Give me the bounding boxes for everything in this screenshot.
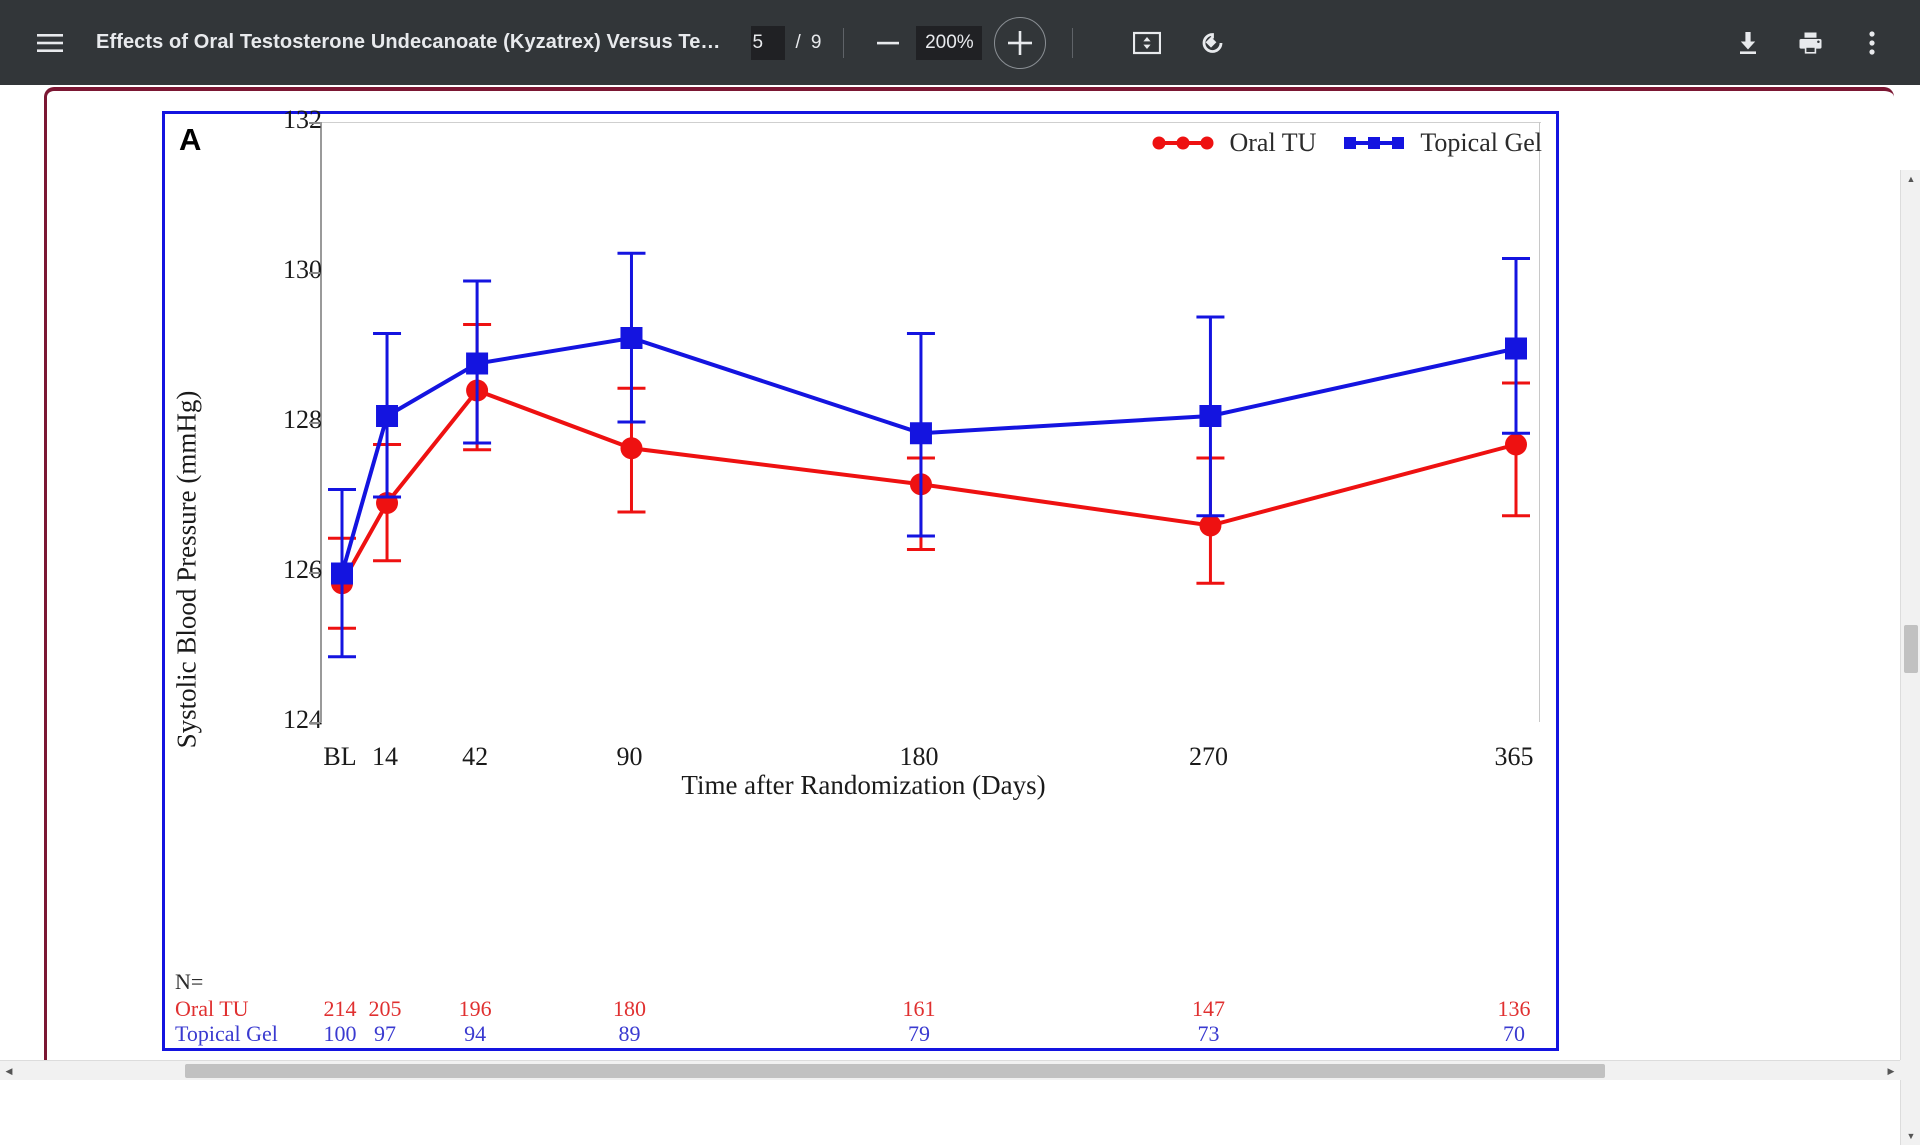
n-table-cell: 70 bbox=[1503, 1021, 1525, 1046]
toolbar-divider-2 bbox=[1072, 27, 1074, 58]
y-axis-tick-label: 128 bbox=[283, 405, 322, 434]
fit-to-page-icon[interactable] bbox=[1121, 17, 1173, 69]
vertical-scrollbar-thumb[interactable] bbox=[1904, 625, 1918, 673]
series-topical-gel bbox=[328, 251, 1530, 659]
legend-entry-topical-gel: Topical Gel bbox=[1342, 128, 1542, 158]
n-row-label-oral-tu: Oral TU bbox=[175, 996, 249, 1021]
n-table-cell: 214 bbox=[323, 996, 357, 1021]
n-row-label-topical-gel: Topical Gel bbox=[175, 1021, 278, 1046]
download-icon[interactable] bbox=[1722, 17, 1774, 69]
n-table-cell: 205 bbox=[368, 996, 402, 1021]
toolbar-right-actions bbox=[1712, 17, 1898, 69]
toolbar-divider-1 bbox=[843, 27, 845, 58]
x-axis-tick-label: BL bbox=[323, 742, 357, 771]
pdf-page: A Systolic Blood Pressure (mmHg) 124 126 1… bbox=[44, 87, 1894, 1063]
data-point-marker bbox=[1199, 405, 1222, 427]
data-point-marker bbox=[1505, 433, 1527, 456]
legend-label-topical-gel: Topical Gel bbox=[1420, 128, 1542, 157]
n-table-cell: 196 bbox=[458, 996, 492, 1021]
x-axis-tick-label: 14 bbox=[372, 742, 399, 771]
scroll-right-arrow-icon[interactable]: ▶ bbox=[1882, 1061, 1900, 1081]
y-axis-title: Systolic Blood Pressure (mmHg) bbox=[171, 390, 202, 749]
n-table-cell: 97 bbox=[374, 1021, 397, 1046]
n-table-cell: 147 bbox=[1191, 996, 1225, 1021]
n-table-cell: 136 bbox=[1497, 996, 1531, 1021]
figure-panel-a: A Systolic Blood Pressure (mmHg) 124 126 1… bbox=[162, 105, 1559, 1051]
data-point-marker bbox=[909, 422, 932, 445]
sample-size-table: N= Oral TU 214 205 196 180 161 147 136 Topical… bbox=[175, 969, 1555, 1046]
data-point-marker bbox=[1199, 514, 1222, 537]
y-axis-tick-mark bbox=[309, 272, 320, 274]
legend-entry-oral-tu: Oral TU bbox=[1151, 128, 1316, 158]
n-table-cell: 180 bbox=[612, 996, 646, 1021]
pdf-viewer-area[interactable]: A Systolic Blood Pressure (mmHg) 124 126 1… bbox=[0, 85, 1920, 1145]
x-axis-tick-label: 180 bbox=[899, 742, 939, 771]
document-title: Effects of Oral Testosterone Undecanoate… bbox=[96, 31, 721, 53]
more-vertical-icon[interactable] bbox=[1846, 17, 1898, 69]
page-separator: / bbox=[795, 31, 801, 53]
pdf-viewer-toolbar: Effects of Oral Testosterone Undecanoate… bbox=[0, 0, 1920, 85]
data-point-marker bbox=[1505, 337, 1527, 360]
y-axis-tick-mark bbox=[309, 572, 320, 574]
print-icon[interactable] bbox=[1784, 17, 1836, 69]
n-table-row-topical-gel: Topical Gel 100 97 94 89 79 73 70 bbox=[175, 1021, 1555, 1046]
chart-series-svg bbox=[328, 251, 1530, 659]
vertical-scrollbar[interactable]: ▲ ▼ bbox=[1900, 170, 1920, 1145]
legend-marker-square-icon bbox=[1344, 137, 1405, 149]
data-point-marker bbox=[466, 352, 489, 375]
x-axis-tick-label: 365 bbox=[1494, 742, 1534, 771]
n-table-cell: 73 bbox=[1197, 1021, 1220, 1046]
scroll-down-arrow-icon[interactable]: ▼ bbox=[1901, 1127, 1920, 1145]
y-axis-tick-mark bbox=[309, 422, 320, 424]
n-table-header: N= bbox=[175, 969, 204, 994]
hamburger-menu-icon[interactable] bbox=[24, 17, 76, 69]
y-axis-tick-mark bbox=[309, 122, 320, 124]
data-point-marker bbox=[620, 327, 643, 349]
y-axis-tick-label: 126 bbox=[283, 555, 322, 584]
page-navigator: / 9 bbox=[750, 25, 822, 60]
n-table-cell: 161 bbox=[902, 996, 936, 1021]
data-point-marker bbox=[331, 562, 353, 585]
series-oral-tu bbox=[328, 323, 1530, 630]
rotate-counterclockwise-icon[interactable] bbox=[1187, 17, 1239, 69]
y-axis-tick-label: 132 bbox=[283, 105, 322, 134]
horizontal-scrollbar[interactable]: ◀ ▶ bbox=[0, 1060, 1900, 1080]
x-axis-tick-label: 270 bbox=[1188, 742, 1228, 771]
x-axis-tick-label: 42 bbox=[462, 742, 489, 771]
page-number-input[interactable] bbox=[750, 25, 785, 60]
page-total: 9 bbox=[810, 31, 822, 53]
zoom-in-button[interactable] bbox=[994, 16, 1047, 69]
plot-area bbox=[320, 122, 1540, 722]
zoom-out-button[interactable] bbox=[866, 21, 910, 65]
y-axis-tick-label: 130 bbox=[283, 255, 322, 284]
x-axis-title: Time after Randomization (Days) bbox=[681, 770, 1046, 800]
n-table-cell: 79 bbox=[907, 1021, 930, 1046]
n-table-cell: 89 bbox=[618, 1021, 641, 1046]
x-axis-tick-label: 90 bbox=[616, 742, 643, 771]
scroll-up-arrow-icon[interactable]: ▲ bbox=[1901, 170, 1920, 188]
data-point-marker bbox=[376, 405, 399, 427]
legend-label-oral-tu: Oral TU bbox=[1229, 128, 1317, 157]
panel-label: A bbox=[179, 122, 202, 157]
data-point-marker bbox=[620, 437, 643, 460]
scrollbar-corner bbox=[1900, 1060, 1920, 1080]
scroll-left-arrow-icon[interactable]: ◀ bbox=[0, 1061, 18, 1081]
n-table-cell: 100 bbox=[323, 1021, 357, 1046]
horizontal-scrollbar-thumb[interactable] bbox=[185, 1064, 1605, 1078]
n-table-cell: 94 bbox=[464, 1021, 487, 1046]
y-axis-tick-mark bbox=[309, 722, 320, 724]
n-table-row-oral-tu: Oral TU 214 205 196 180 161 147 136 bbox=[175, 996, 1555, 1021]
y-axis-tick-label: 124 bbox=[283, 705, 322, 734]
zoom-level-display[interactable]: 200% bbox=[916, 25, 983, 60]
chart-legend: Oral TU Topical Gel bbox=[1151, 128, 1542, 158]
legend-marker-circle-icon bbox=[1152, 136, 1214, 150]
